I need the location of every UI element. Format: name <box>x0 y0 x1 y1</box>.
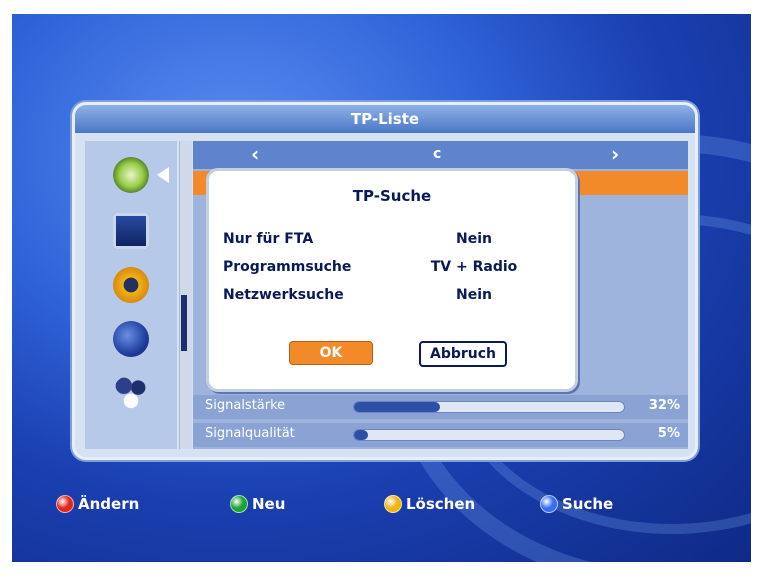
scrollbar-thumb[interactable] <box>181 295 187 351</box>
legend-red-label: Ändern <box>78 495 140 513</box>
arrow-left-icon[interactable]: ‹ <box>251 142 259 166</box>
globe-icon[interactable] <box>113 321 149 357</box>
red-button-icon <box>56 495 74 513</box>
signal-strength-label: Signalstärke <box>205 398 286 413</box>
window-title: TP-Liste <box>75 105 695 133</box>
ok-button[interactable]: OK <box>289 341 373 365</box>
legend-yellow: Löschen <box>384 492 475 516</box>
signal-quality-percent: 5% <box>657 426 680 441</box>
yellow-button-icon <box>384 495 402 513</box>
option-label-fta: Nur für FTA <box>223 231 314 247</box>
legend-blue-label: Suche <box>562 495 614 513</box>
signal-strength-bar <box>353 401 625 413</box>
green-button-icon <box>230 495 248 513</box>
molecule-icon[interactable] <box>113 375 149 411</box>
satellite-name: c <box>433 146 442 162</box>
blue-button-icon <box>540 495 558 513</box>
satellite-selector[interactable]: ‹ c › <box>193 141 688 169</box>
option-label-program-search: Programmsuche <box>223 259 352 275</box>
legend-blue: Suche <box>540 492 613 516</box>
signal-quality-meter: Signalqualität 5% <box>193 423 688 447</box>
signal-strength-fill <box>354 402 441 412</box>
selected-pointer-icon <box>157 167 169 183</box>
signal-quality-bar <box>353 429 625 441</box>
sidebar-menu <box>85 141 177 449</box>
legend-green: Neu <box>230 492 285 516</box>
legend-green-label: Neu <box>252 495 286 513</box>
arrow-right-icon[interactable]: › <box>611 142 619 166</box>
settings-gear-icon[interactable] <box>113 267 149 303</box>
cancel-button[interactable]: Abbruch <box>419 341 507 367</box>
option-value-network-search[interactable]: Nein <box>419 287 529 303</box>
tp-search-dialog: TP-Suche Nur für FTA Nein Programmsuche … <box>206 168 578 392</box>
option-label-network-search: Netzwerksuche <box>223 287 344 303</box>
option-value-program-search[interactable]: TV + Radio <box>419 259 529 275</box>
tv-monitor-icon[interactable] <box>113 213 149 249</box>
signal-quality-label: Signalqualität <box>205 426 295 441</box>
signal-strength-percent: 32% <box>648 398 680 413</box>
signal-strength-meter: Signalstärke 32% <box>193 395 688 419</box>
legend-yellow-label: Löschen <box>406 495 476 513</box>
signal-quality-fill <box>354 430 368 440</box>
legend-red: Ändern <box>56 492 139 516</box>
dialog-title: TP-Suche <box>352 187 432 205</box>
option-value-fta[interactable]: Nein <box>419 231 529 247</box>
satellite-dish-icon[interactable] <box>113 157 149 193</box>
